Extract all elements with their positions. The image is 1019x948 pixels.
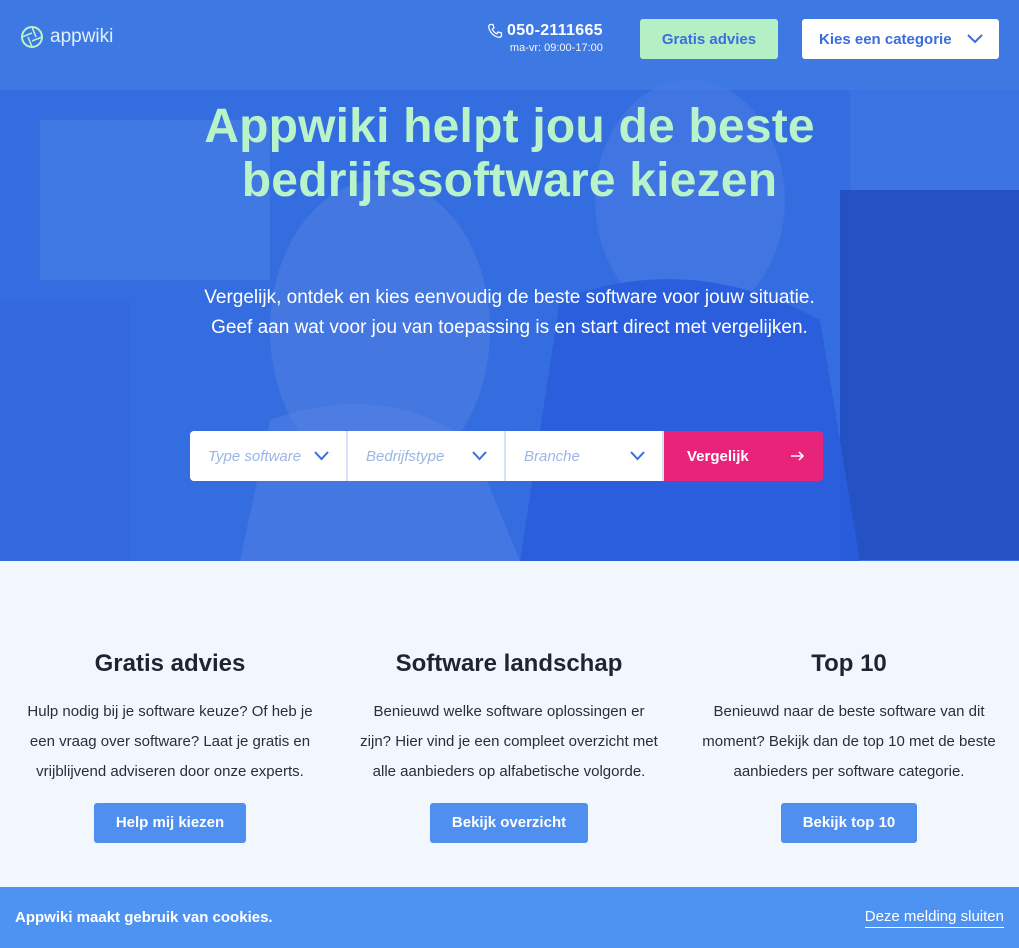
chevron-down-icon [630,451,645,461]
chevron-down-icon [314,451,329,461]
aperture-icon [21,26,43,48]
cookie-close-link[interactable]: Deze melding sluiten [864,908,1004,928]
chevron-down-icon [967,34,983,44]
hero-subtitle: Vergelijk, ontdek en kies eenvoudig de b… [204,287,815,338]
phone-icon [488,23,503,38]
help-me-choose-button[interactable]: Help mij kiezen [93,803,247,843]
category-select[interactable]: Kies een categorie [802,19,999,59]
industry-select[interactable]: Branche [506,431,664,481]
feature-text: Hulp nodig bij je software keuze? Of heb… [27,703,313,780]
software-type-select[interactable]: Type software [190,431,348,481]
features-section: Gratis advies Hulp nodig bij je software… [0,561,1019,887]
feature-title: Gratis advies [94,650,246,677]
industry-placeholder: Branche [524,447,580,465]
feature-text: Benieuwd naar de beste software van dit … [702,703,996,780]
cookie-message: Appwiki maakt gebruik van cookies. [15,909,273,926]
software-type-placeholder: Type software [208,447,302,465]
feature-title: Top 10 [811,650,887,677]
compare-button-label: Vergelijk [687,447,749,465]
appwiki-logo[interactable]: appwiki [20,25,113,49]
view-top-10-button[interactable]: Bekijk top 10 [780,803,918,843]
feature-text: Benieuwd welke software oplossingen er z… [360,703,658,780]
compare-filter-bar: Type software Bedrijfstype Branche Verge… [190,431,823,481]
hero-section: appwiki 050-2111665 ma-vr: 09:00-17:00 G… [0,0,1019,561]
arrow-right-icon [791,451,805,461]
compare-button[interactable]: Vergelijk [664,431,823,481]
cookie-banner: Appwiki maakt gebruik van cookies. Deze … [0,887,1019,948]
hero-title: Appwiki helpt jou de beste bedrijfssoftw… [204,100,815,207]
view-overview-button[interactable]: Bekijk overzicht [429,803,589,843]
feature-title: Software landschap [395,650,623,677]
feature-free-advice: Gratis advies Hulp nodig bij je software… [10,649,330,843]
company-type-select[interactable]: Bedrijfstype [348,431,506,481]
company-type-placeholder: Bedrijfstype [366,447,445,465]
phone-contact[interactable]: 050-2111665 ma-vr: 09:00-17:00 [487,22,603,54]
office-hours: ma-vr: 09:00-17:00 [509,42,603,54]
category-select-label: Kies een categorie [819,30,952,48]
phone-number: 050-2111665 [507,22,603,39]
chevron-down-icon [472,451,487,461]
free-advice-button[interactable]: Gratis advies [640,19,778,59]
feature-top-10: Top 10 Benieuwd naar de beste software v… [689,649,1009,843]
logo-text: appwiki [50,26,114,47]
feature-software-landscape: Software landschap Benieuwd welke softwa… [349,649,669,843]
